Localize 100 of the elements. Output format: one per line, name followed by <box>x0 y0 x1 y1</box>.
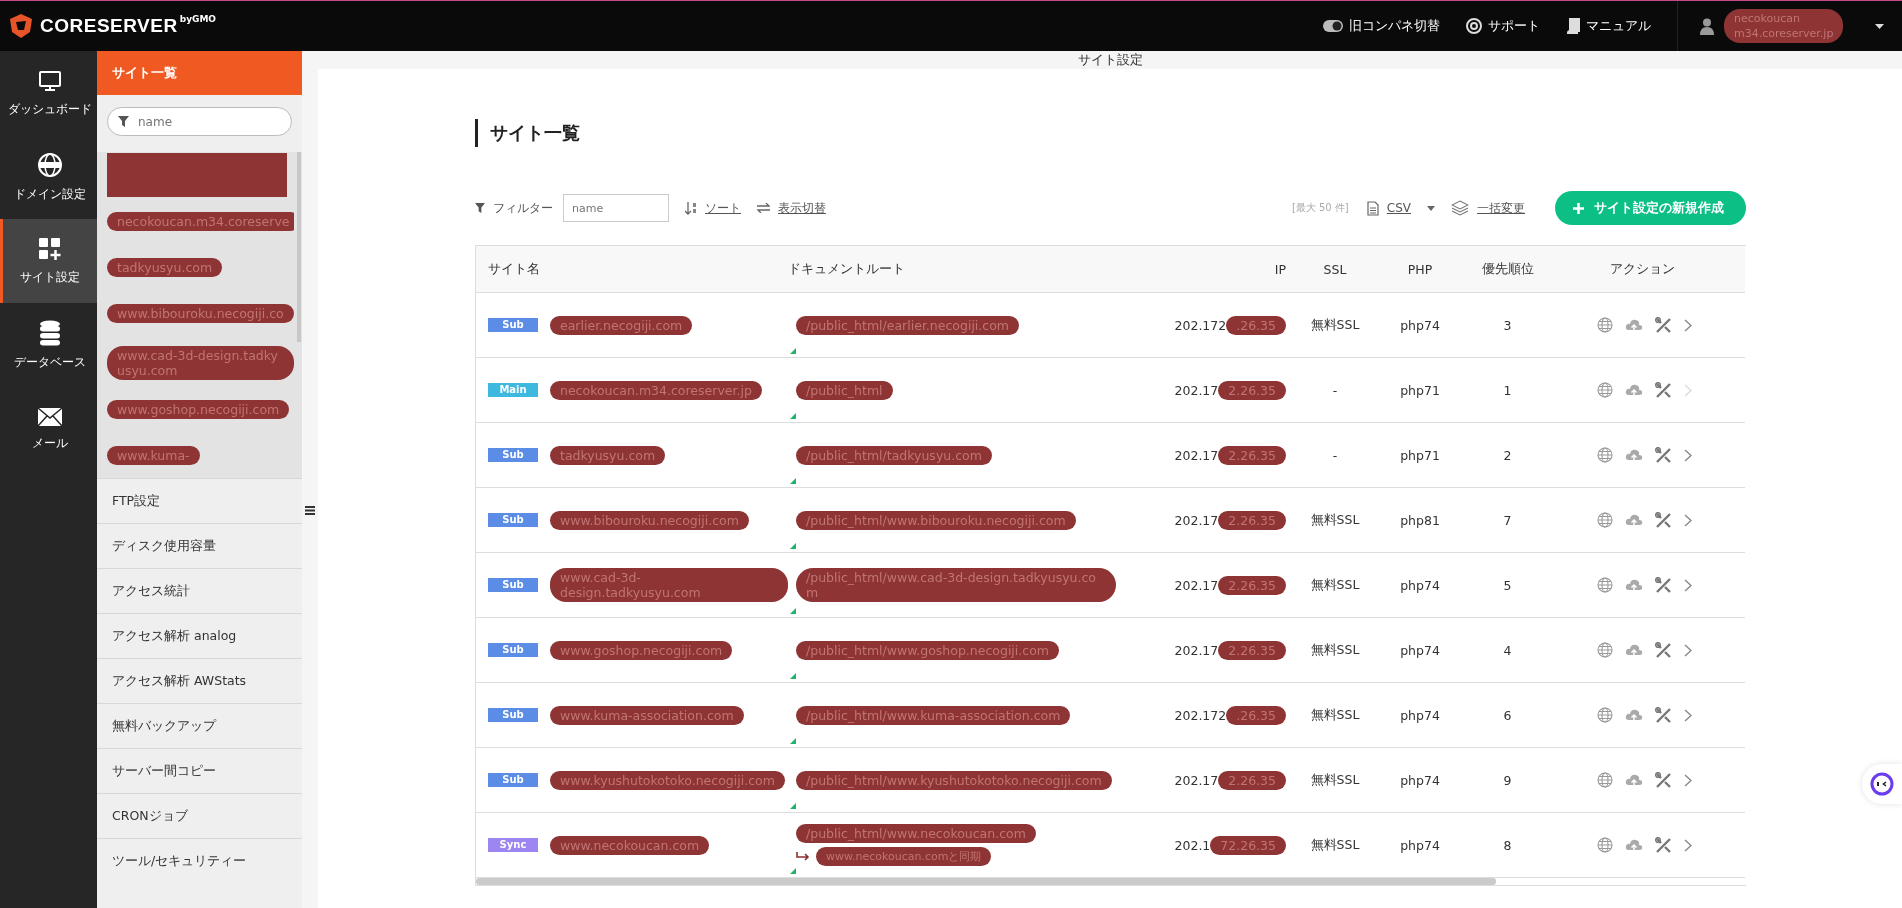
cloud-upload-icon[interactable] <box>1625 643 1643 657</box>
bulk-edit-link[interactable]: 一括変更 <box>1477 199 1525 217</box>
php-cell: php71 <box>1380 422 1460 488</box>
caret-icon[interactable] <box>1875 23 1884 29</box>
cloud-upload-icon[interactable] <box>1625 578 1643 592</box>
plus-icon <box>1573 202 1584 214</box>
rail-nav-item[interactable]: データベース <box>0 303 97 387</box>
rail-nav-item[interactable]: サイト設定 <box>0 219 97 303</box>
type-badge: Sub <box>488 708 538 722</box>
globe-icon[interactable] <box>1597 512 1613 528</box>
page-title: サイト一覧 <box>475 119 1746 147</box>
chevron-right-icon[interactable] <box>1684 513 1692 527</box>
type-badge: Main <box>488 383 538 397</box>
globe-icon[interactable] <box>1597 382 1613 398</box>
globe-icon[interactable] <box>1597 317 1613 333</box>
menu-icon[interactable] <box>305 506 315 515</box>
corner-marker-icon <box>790 608 796 614</box>
type-badge: Sub <box>488 513 538 527</box>
scrollbar[interactable] <box>476 878 1496 885</box>
cloud-upload-icon[interactable] <box>1625 318 1643 332</box>
database-icon <box>39 319 61 346</box>
chevron-right-icon[interactable] <box>1684 578 1692 592</box>
search-field[interactable]: name <box>107 107 292 136</box>
ip-address: 202.172 .26.35 <box>1174 705 1286 725</box>
document-root: /public_html/www.kyushutokotoko.necogiji.com <box>796 770 1112 790</box>
ip-address: 202.172 .26.35 <box>1174 315 1286 335</box>
php-cell: php81 <box>1380 487 1460 553</box>
type-badge: Sub <box>488 448 538 462</box>
type-badge: Sub <box>488 318 538 332</box>
tools-icon[interactable] <box>1655 576 1672 594</box>
document-root: /public_html <box>796 380 893 400</box>
chevron-right-icon[interactable] <box>1684 448 1692 462</box>
chevron-right-icon[interactable] <box>1684 318 1692 332</box>
chevron-right-icon[interactable] <box>1684 838 1692 852</box>
site-name: www.kyushutokotoko.necogiji.com <box>550 770 785 790</box>
column-header: アクション <box>1555 246 1745 293</box>
php-cell: php74 <box>1380 747 1460 813</box>
ip-address: 202.17 2.26.35 <box>1174 510 1286 530</box>
header-link[interactable]: サポート <box>1466 17 1540 35</box>
cloud-upload-icon[interactable] <box>1625 838 1643 852</box>
tools-icon[interactable] <box>1655 836 1672 854</box>
page-header: サイト設定 <box>318 51 1902 69</box>
chat-bot-button[interactable] <box>1862 764 1902 804</box>
tools-icon[interactable] <box>1655 381 1672 399</box>
ssl-cell: - <box>1290 422 1380 488</box>
corner-marker-icon <box>790 348 796 354</box>
corner-marker-icon <box>790 478 796 484</box>
column-header: サイト名 <box>476 246 788 293</box>
header-link[interactable]: 旧コンパネ切替 <box>1323 17 1440 35</box>
php-cell: php71 <box>1380 357 1460 423</box>
ip-address: 202.17 2.26.35 <box>1174 380 1286 400</box>
column-header: ドキュメントルート <box>788 246 1118 293</box>
ssl-cell: 無料SSL <box>1290 747 1380 813</box>
document-root: /public_html/www.kuma-association.com <box>796 705 1071 725</box>
view-toggle-link[interactable]: 表示切替 <box>778 199 826 217</box>
rail-nav-item[interactable]: ダッシュボード <box>0 51 97 135</box>
sort-link[interactable]: ソート <box>705 199 741 217</box>
ip-address: 202.17 2.26.35 <box>1174 575 1286 595</box>
site-name: necokoucan.m34.coreserver.jp <box>550 380 762 400</box>
globe-icon[interactable] <box>1597 577 1613 593</box>
cloud-upload-icon[interactable] <box>1625 708 1643 722</box>
type-badge: Sub <box>488 773 538 787</box>
chevron-right-icon[interactable] <box>1684 773 1692 787</box>
column-header: PHP <box>1380 246 1460 293</box>
cloud-upload-icon[interactable] <box>1625 513 1643 527</box>
ssl-cell: - <box>1290 357 1380 423</box>
priority-cell: 2 <box>1460 422 1555 488</box>
rail-nav-item[interactable]: メール <box>0 387 97 471</box>
globe-icon[interactable] <box>1597 837 1613 853</box>
globe-icon[interactable] <box>1597 772 1613 788</box>
rail-nav-item[interactable]: ドメイン設定 <box>0 135 97 219</box>
tools-icon[interactable] <box>1655 511 1672 529</box>
monitor-icon <box>38 68 62 93</box>
chevron-right-icon[interactable] <box>1684 643 1692 657</box>
ssl-cell: 無料SSL <box>1290 682 1380 748</box>
tools-icon[interactable] <box>1655 771 1672 789</box>
document-root: /public_html/www.bibouroku.necogiji.com <box>796 510 1076 530</box>
type-badge: Sub <box>488 643 538 657</box>
user-icon <box>1700 17 1714 35</box>
csv-link[interactable]: CSV <box>1386 201 1411 215</box>
tools-icon[interactable] <box>1655 316 1672 334</box>
filter-label: フィルター <box>493 199 553 217</box>
php-cell: php74 <box>1380 292 1460 358</box>
site-name: tadkyusyu.com <box>550 445 666 465</box>
header-link[interactable]: マニュアル <box>1566 17 1651 35</box>
tools-icon[interactable] <box>1655 706 1672 724</box>
globe-icon[interactable] <box>1597 447 1613 463</box>
corner-marker-icon <box>790 413 796 419</box>
column-header: 優先順位 <box>1460 246 1555 293</box>
site-name: www.kuma-association.com <box>550 705 744 725</box>
cloud-upload-icon[interactable] <box>1625 383 1643 397</box>
globe-icon[interactable] <box>1597 642 1613 658</box>
chevron-right-icon[interactable] <box>1684 708 1692 722</box>
sort-icon <box>685 201 697 215</box>
filter-field[interactable]: name <box>563 194 669 222</box>
tools-icon[interactable] <box>1655 641 1672 659</box>
cloud-upload-icon[interactable] <box>1625 773 1643 787</box>
globe-icon[interactable] <box>1597 707 1613 723</box>
tools-icon[interactable] <box>1655 446 1672 464</box>
cloud-upload-icon[interactable] <box>1625 448 1643 462</box>
